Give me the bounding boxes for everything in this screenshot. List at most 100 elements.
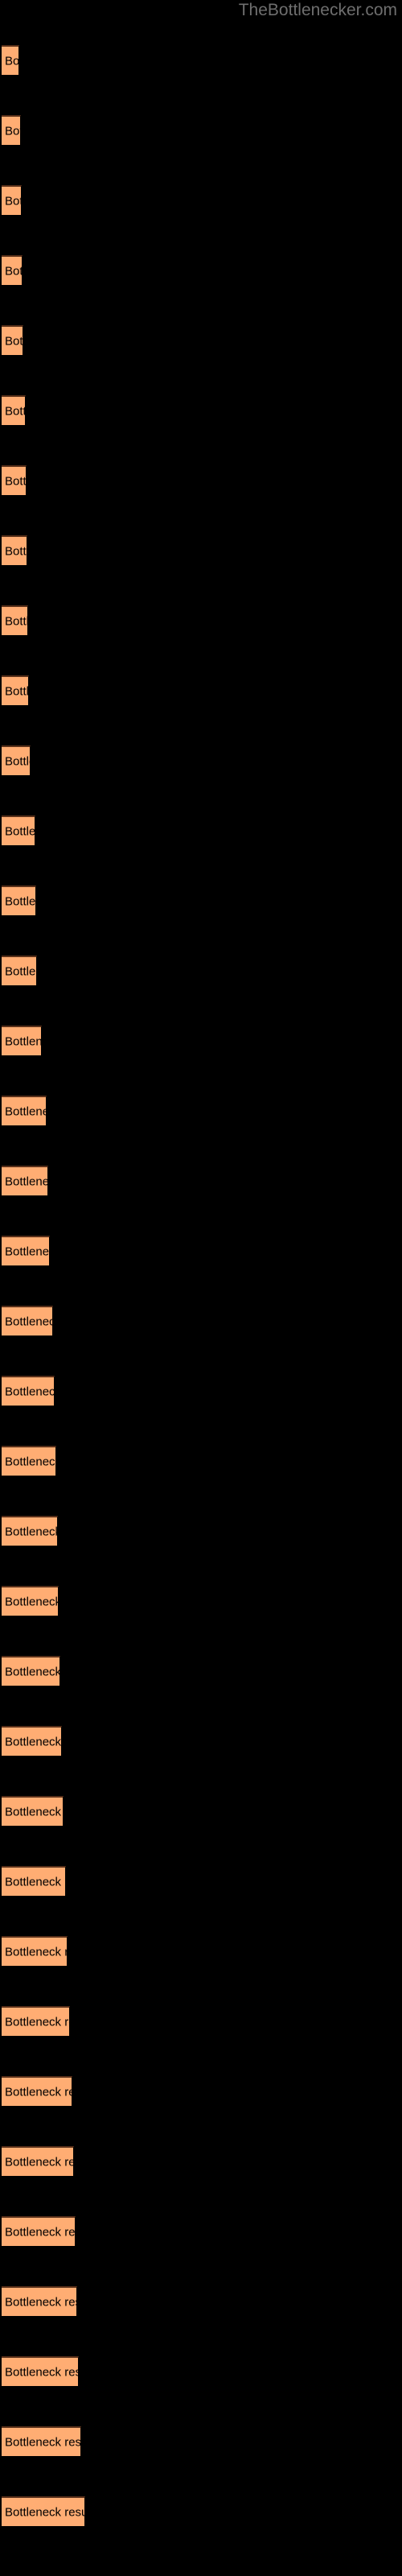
bar[interactable]: Bottleneck result [2, 1796, 64, 1827]
bar-label: Bottleneck result [5, 754, 30, 768]
bar-label: Bottleneck result [5, 2015, 69, 2029]
bar-row: Bottleneck result [0, 815, 402, 846]
bar-label: Bottleneck result [5, 1104, 46, 1118]
bar-label: Bottleneck result [5, 824, 35, 838]
bar[interactable]: Bottleneck result [2, 115, 21, 146]
bar-label: Bottleneck result [5, 1385, 55, 1398]
bar[interactable]: Bottleneck result [2, 2426, 81, 2457]
bar-label: Bottleneck result [5, 964, 36, 978]
bar[interactable]: Bottleneck result [2, 255, 23, 286]
bar-row: Bottleneck result [0, 185, 402, 216]
bar-label: Bottleneck result [5, 894, 36, 908]
bar[interactable]: Bottleneck result [2, 325, 23, 356]
bar-row: Bottleneck result [0, 2216, 402, 2247]
bar[interactable]: Bottleneck result [2, 1516, 58, 1546]
bar-label: Bottleneck result [5, 1455, 56, 1468]
bar-row: Bottleneck result [0, 535, 402, 566]
bar[interactable]: Bottleneck result [2, 956, 37, 986]
bar-label: Bottleneck result [5, 1735, 62, 1748]
bar-row: Bottleneck result [0, 1586, 402, 1616]
bar-row: Bottleneck result [0, 2426, 402, 2457]
bottleneck-bar-chart: TheBottlenecker.com Bottleneck resultBot… [0, 0, 402, 2576]
bar[interactable]: Bottleneck result [2, 1096, 47, 1126]
bar[interactable]: Bottleneck result [2, 2286, 77, 2317]
bar[interactable]: Bottleneck result [2, 395, 26, 426]
bar-row: Bottleneck result [0, 45, 402, 76]
bar[interactable]: Bottleneck result [2, 1726, 62, 1757]
bar[interactable]: Bottleneck result [2, 2076, 72, 2107]
bar-label: Bottleneck result [5, 2505, 85, 2519]
bar-label: Bottleneck result [5, 404, 25, 418]
bar-row: Bottleneck result [0, 1026, 402, 1056]
bar-label: Bottleneck result [5, 54, 19, 68]
bar-row: Bottleneck result [0, 1726, 402, 1757]
bar[interactable]: Bottleneck result [2, 2216, 76, 2247]
bar-row: Bottleneck result [0, 325, 402, 356]
bar-row: Bottleneck result [0, 465, 402, 496]
bar[interactable]: Bottleneck result [2, 605, 28, 636]
bar-label: Bottleneck result [5, 1525, 58, 1538]
bar[interactable]: Bottleneck result [2, 2146, 74, 2177]
bar-row: Bottleneck result [0, 2146, 402, 2177]
bar-label: Bottleneck result [5, 1315, 52, 1328]
bar[interactable]: Bottleneck result [2, 1306, 53, 1336]
bar-row: Bottleneck result [0, 2286, 402, 2317]
bar-row: Bottleneck result [0, 2496, 402, 2527]
bar-label: Bottleneck result [5, 684, 29, 698]
bar[interactable]: Bottleneck result [2, 1656, 60, 1686]
bar-label: Bottleneck result [5, 334, 23, 348]
bar-label: Bottleneck result [5, 2085, 72, 2099]
bar-label: Bottleneck result [5, 1945, 67, 1959]
bar[interactable]: Bottleneck result [2, 1446, 56, 1476]
bar-row: Bottleneck result [0, 1236, 402, 1266]
bar-label: Bottleneck result [5, 264, 22, 278]
bar[interactable]: Bottleneck result [2, 2356, 79, 2387]
bar[interactable]: Bottleneck result [2, 1026, 42, 1056]
bar-label: Bottleneck result [5, 124, 20, 138]
bar-row: Bottleneck result [0, 115, 402, 146]
bar-row: Bottleneck result [0, 886, 402, 916]
bar-label: Bottleneck result [5, 1805, 63, 1818]
bar[interactable]: Bottleneck result [2, 535, 27, 566]
bar-label: Bottleneck result [5, 2225, 76, 2239]
bar-row: Bottleneck result [0, 956, 402, 986]
bar-label: Bottleneck result [5, 1875, 65, 1889]
bar[interactable]: Bottleneck result [2, 886, 36, 916]
bar-row: Bottleneck result [0, 675, 402, 706]
bar-row: Bottleneck result [0, 1796, 402, 1827]
bar-label: Bottleneck result [5, 1034, 42, 1048]
bars-layer: Bottleneck result Bottleneck result Bottle… [0, 0, 402, 2576]
bar[interactable]: Bottleneck result [2, 1586, 59, 1616]
bar-row: Bottleneck result [0, 1866, 402, 1897]
bar-row: Bottleneck result [0, 605, 402, 636]
bar-label: Bottleneck result [5, 1174, 47, 1188]
bar[interactable]: Bottleneck result [2, 2496, 85, 2527]
bar-row: Bottleneck result [0, 2006, 402, 2037]
bar-row: Bottleneck result [0, 1376, 402, 1406]
bar[interactable]: Bottleneck result [2, 45, 19, 76]
bar-label: Bottleneck result [5, 1595, 59, 1608]
bar[interactable]: Bottleneck result [2, 815, 35, 846]
bar[interactable]: Bottleneck result [2, 1376, 55, 1406]
bar-label: Bottleneck result [5, 194, 21, 208]
bar[interactable]: Bottleneck result [2, 745, 31, 776]
bar-row: Bottleneck result [0, 2356, 402, 2387]
bar[interactable]: Bottleneck result [2, 2006, 70, 2037]
bar-label: Bottleneck result [5, 2295, 76, 2309]
bar-label: Bottleneck result [5, 1245, 50, 1258]
bar[interactable]: Bottleneck result [2, 1236, 50, 1266]
bar[interactable]: Bottleneck result [2, 185, 22, 216]
bar[interactable]: Bottleneck result [2, 1936, 68, 1967]
bar[interactable]: Bottleneck result [2, 675, 29, 706]
bar-label: Bottleneck result [5, 614, 28, 628]
bar[interactable]: Bottleneck result [2, 1166, 48, 1196]
bar-row: Bottleneck result [0, 1306, 402, 1336]
bar-row: Bottleneck result [0, 395, 402, 426]
bar-row: Bottleneck result [0, 1936, 402, 1967]
bar[interactable]: Bottleneck result [2, 465, 27, 496]
bar-row: Bottleneck result [0, 1166, 402, 1196]
bar[interactable]: Bottleneck result [2, 1866, 66, 1897]
bar-label: Bottleneck result [5, 2155, 73, 2169]
bar-row: Bottleneck result [0, 1096, 402, 1126]
bar-label: Bottleneck result [5, 544, 27, 558]
